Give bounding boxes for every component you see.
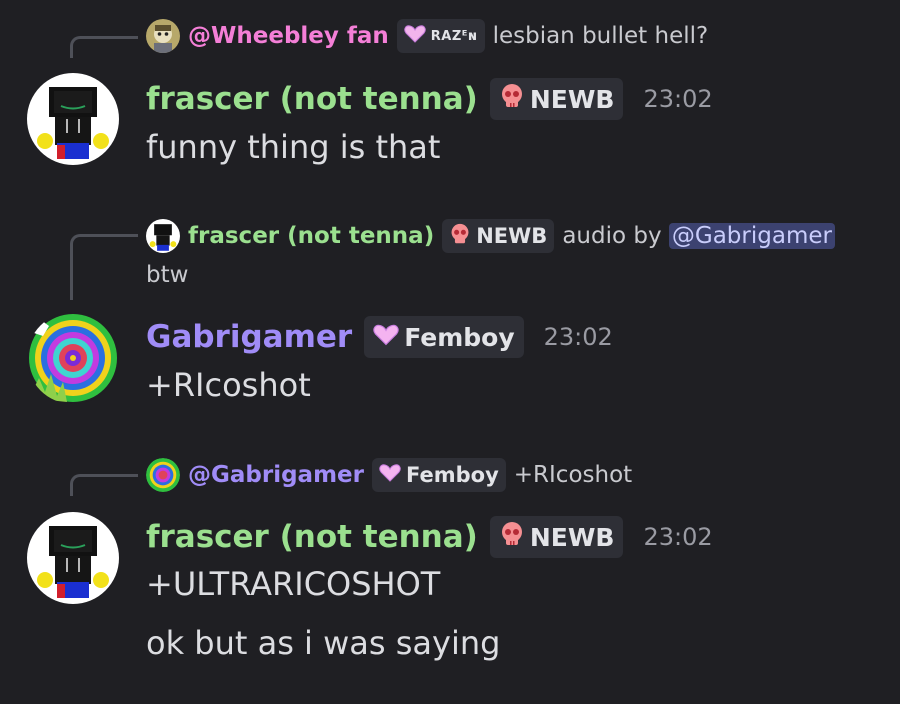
reply-author[interactable]: @Gabrigamer xyxy=(188,462,364,488)
role-badge-label: NEWB xyxy=(529,522,615,552)
message-text: ok but as i was saying xyxy=(146,624,501,662)
pink-skull-icon xyxy=(499,521,525,553)
timestamp: 23:02 xyxy=(643,523,713,551)
chat-log: @Wheebley fan RAZᴱɴ lesbian bullet hell? xyxy=(0,0,900,704)
role-badge-label: Femboy xyxy=(405,463,499,487)
reply-preview[interactable]: @Gabrigamer Femboy +RIcoshot xyxy=(146,458,632,492)
reply-connector xyxy=(70,474,138,496)
pink-heart-icon xyxy=(379,463,401,487)
reply-text[interactable]: +RIcoshot xyxy=(514,462,632,488)
role-badge: Femboy xyxy=(371,458,506,492)
gabrigamer-avatar-small[interactable] xyxy=(146,458,180,492)
message-text: +ULTRARICOSHOT xyxy=(146,565,441,603)
message-3: @Gabrigamer Femboy +RIcoshot frascer (no… xyxy=(0,0,900,704)
frascer-avatar[interactable] xyxy=(27,512,119,604)
message-header: frascer (not tenna) NEWB 23:02 xyxy=(146,516,713,558)
role-badge: NEWB xyxy=(489,516,624,558)
author-name[interactable]: frascer (not tenna) xyxy=(146,519,478,555)
